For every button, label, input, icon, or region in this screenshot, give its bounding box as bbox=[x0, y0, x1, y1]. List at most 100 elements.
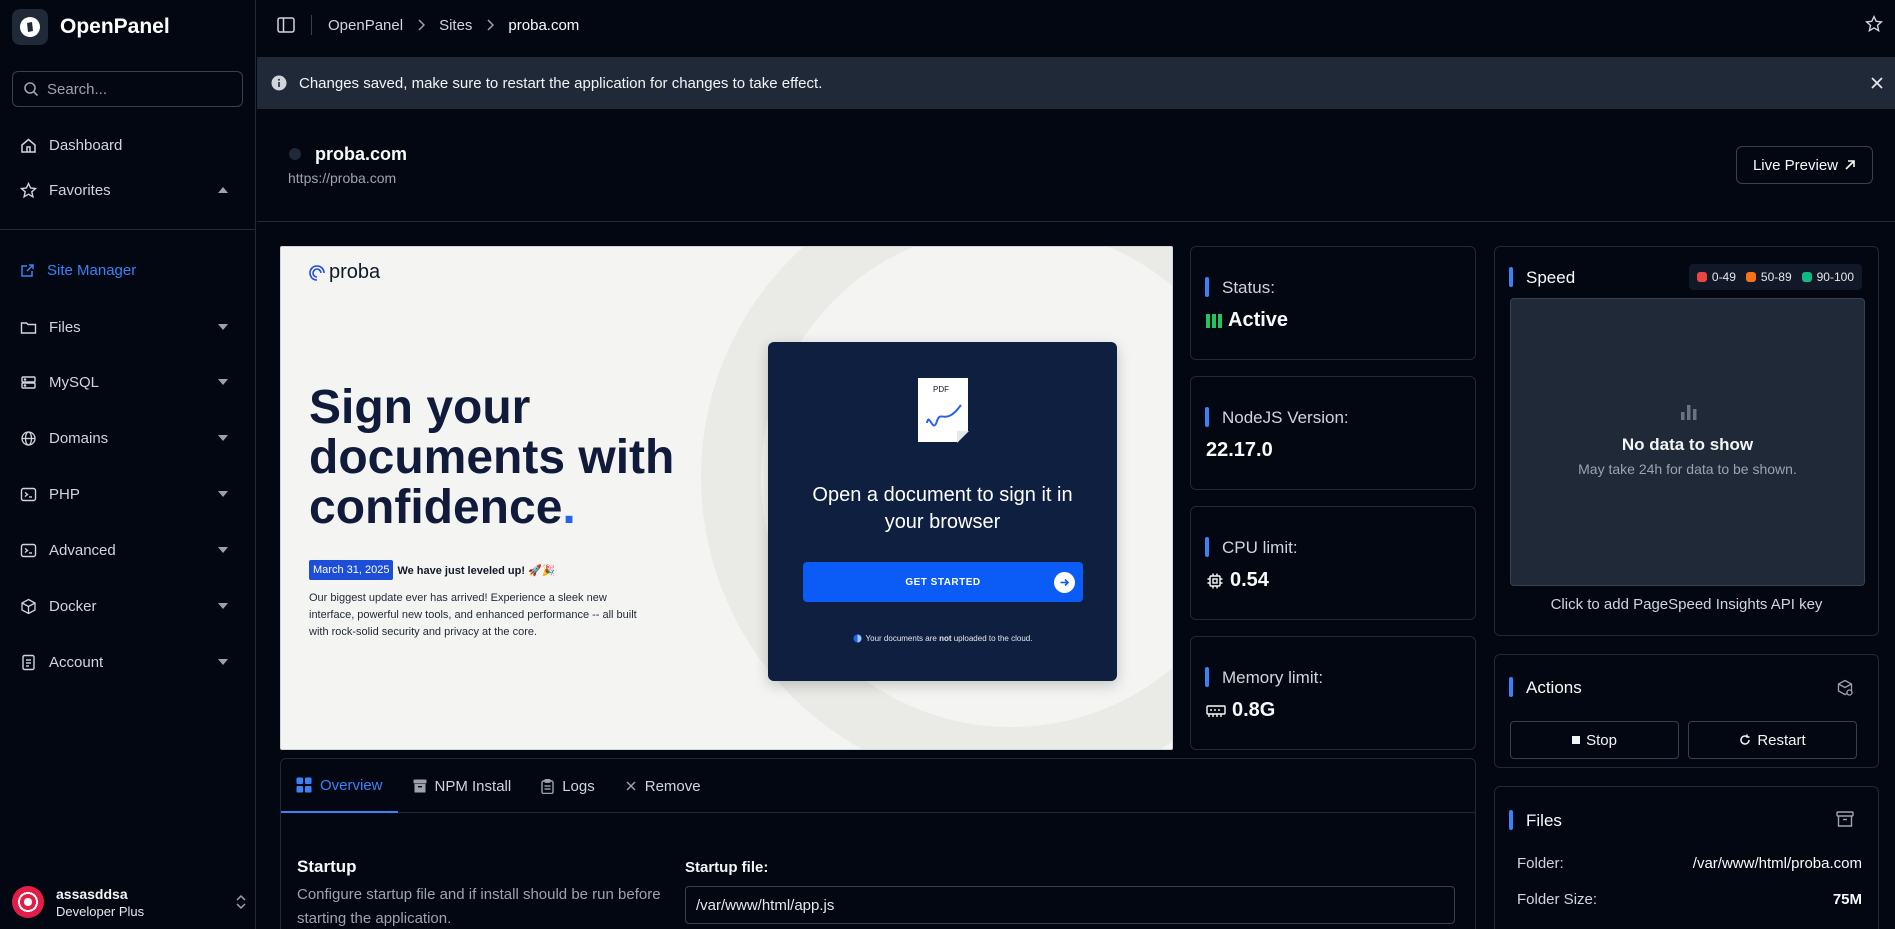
box-icon bbox=[413, 779, 427, 793]
sidebar: OpenPanel Dashboard Favorites Site Manag… bbox=[0, 0, 256, 929]
sidebar-item-php[interactable]: PHP bbox=[8, 474, 248, 514]
preview-note-post: uploaded to the cloud. bbox=[951, 634, 1033, 643]
tab-remove[interactable]: Remove bbox=[610, 759, 716, 813]
folder-icon bbox=[20, 321, 37, 334]
pdf-icon: PDF bbox=[915, 375, 971, 445]
folder-size-value: 75M bbox=[1832, 891, 1862, 908]
status-text: Active bbox=[1228, 309, 1289, 331]
get-started-button[interactable]: GET STARTED bbox=[803, 562, 1083, 602]
favorite-star-icon[interactable] bbox=[1865, 15, 1883, 33]
refresh-icon bbox=[1740, 734, 1751, 745]
container-icon bbox=[21, 598, 36, 614]
cpu-card: CPU limit: 0.54 bbox=[1190, 506, 1476, 620]
sidebar-item-label: Account bbox=[49, 653, 104, 671]
activity-bars-icon bbox=[1206, 313, 1222, 328]
package-settings-icon[interactable] bbox=[1836, 679, 1854, 697]
get-started-label: GET STARTED bbox=[905, 576, 981, 588]
stop-icon bbox=[1572, 736, 1581, 744]
sidebar-item-label: PHP bbox=[49, 485, 80, 503]
legend-label: 0-49 bbox=[1711, 270, 1736, 284]
sidebar-item-advanced[interactable]: Advanced bbox=[8, 530, 248, 570]
home-icon bbox=[21, 138, 36, 153]
preview-card: PDF Open a document to sign it in your b… bbox=[768, 342, 1117, 681]
globe-icon bbox=[21, 430, 36, 446]
sidebar-item-label: Favorites bbox=[49, 181, 111, 199]
search-icon bbox=[24, 82, 39, 97]
tab-overview[interactable]: Overview bbox=[281, 759, 398, 813]
no-data-title: No data to show bbox=[1621, 435, 1754, 454]
grid-icon bbox=[296, 777, 312, 793]
memory-label: Memory limit: bbox=[1222, 668, 1324, 687]
openpanel-logo-icon bbox=[12, 9, 48, 45]
search-input[interactable] bbox=[47, 80, 227, 98]
pagespeed-api-link[interactable]: Click to add PageSpeed Insights API key bbox=[1495, 596, 1878, 613]
site-header: proba.com https://proba.com Live Preview bbox=[257, 110, 1895, 222]
search-box[interactable] bbox=[12, 71, 243, 107]
stop-button[interactable]: Stop bbox=[1510, 721, 1679, 759]
divider bbox=[311, 15, 312, 35]
startup-file-input[interactable] bbox=[685, 886, 1455, 924]
sidebar-item-dashboard[interactable]: Dashboard bbox=[8, 125, 248, 165]
restart-button[interactable]: Restart bbox=[1688, 721, 1857, 759]
status-card: Status: Active bbox=[1190, 246, 1476, 360]
sidebar-item-domains[interactable]: Domains bbox=[8, 418, 248, 458]
preview-paragraph: Our biggest update ever has arrived! Exp… bbox=[309, 592, 637, 638]
legend-swatch bbox=[1696, 272, 1707, 282]
speed-panel: Speed 0-49 50-89 90-100 No data to show … bbox=[1494, 246, 1879, 636]
caret-down-icon bbox=[218, 659, 228, 665]
user-menu[interactable]: assasddsa Developer Plus bbox=[12, 875, 247, 929]
preview-logo: proba bbox=[308, 261, 380, 284]
archive-icon[interactable] bbox=[1836, 811, 1854, 827]
arrow-right-icon bbox=[1054, 572, 1075, 593]
sidebar-toggle-icon[interactable] bbox=[277, 17, 295, 33]
sidebar-item-favorites[interactable]: Favorites bbox=[8, 170, 248, 210]
close-icon[interactable] bbox=[1867, 73, 1887, 93]
user-plan: Developer Plus bbox=[56, 903, 145, 919]
tab-npm-install[interactable]: NPM Install bbox=[398, 759, 527, 813]
breadcrumb: OpenPanel Sites proba.com bbox=[328, 17, 579, 34]
sidebar-item-label: MySQL bbox=[49, 373, 100, 391]
preview-news: March 31, 2025 We have just leveled up! … bbox=[309, 560, 555, 580]
clipboard-icon bbox=[541, 778, 554, 794]
preview-headline: Sign your documents with confidence. bbox=[309, 383, 729, 533]
caret-down-icon bbox=[218, 491, 228, 497]
proba-logo-icon bbox=[309, 264, 325, 281]
sidebar-item-files[interactable]: Files bbox=[8, 307, 248, 347]
sidebar-item-label: Files bbox=[49, 318, 81, 336]
live-preview-button[interactable]: Live Preview bbox=[1735, 146, 1873, 184]
legend-item-low: 0-49 bbox=[1696, 270, 1736, 284]
site-url[interactable]: https://proba.com bbox=[288, 170, 396, 186]
nodejs-value: 22.17.0 bbox=[1206, 439, 1273, 461]
preview-logo-text: proba bbox=[329, 261, 381, 283]
chevrons-up-down-icon bbox=[236, 894, 246, 910]
site-preview[interactable]: proba Sign your documents with confidenc… bbox=[280, 246, 1173, 750]
cpu-text: 0.54 bbox=[1230, 569, 1269, 591]
accent-bar bbox=[1509, 267, 1513, 287]
sidebar-item-mysql[interactable]: MySQL bbox=[8, 362, 248, 402]
stop-label: Stop bbox=[1586, 731, 1617, 749]
breadcrumb-sites[interactable]: Sites bbox=[439, 17, 472, 34]
folder-label: Folder: bbox=[1517, 855, 1564, 872]
sidebar-item-docker[interactable]: Docker bbox=[8, 586, 248, 626]
nodejs-card: NodeJS Version: 22.17.0 bbox=[1190, 376, 1476, 490]
breadcrumb-openpanel[interactable]: OpenPanel bbox=[328, 17, 403, 34]
app-name: OpenPanel bbox=[60, 15, 170, 38]
memory-text: 0.8G bbox=[1232, 699, 1276, 721]
actions-panel: Actions Stop Restart bbox=[1494, 654, 1879, 768]
tab-logs[interactable]: Logs bbox=[526, 759, 610, 813]
startup-file-label: Startup file: bbox=[685, 859, 769, 876]
sidebar-item-label: Dashboard bbox=[49, 136, 123, 154]
memory-card: Memory limit: 0.8G bbox=[1190, 636, 1476, 750]
arrow-up-right-icon bbox=[1845, 160, 1855, 170]
accent-bar bbox=[1205, 277, 1209, 297]
sidebar-item-site-manager[interactable]: Site Manager bbox=[8, 250, 248, 290]
user-name: assasddsa bbox=[56, 885, 128, 902]
accent-bar bbox=[1205, 667, 1209, 687]
close-icon bbox=[626, 781, 636, 791]
speed-legend: 0-49 50-89 90-100 bbox=[1688, 264, 1862, 290]
legend-item-mid: 50-89 bbox=[1745, 270, 1792, 284]
caret-up-icon bbox=[218, 187, 228, 193]
brand[interactable]: OpenPanel bbox=[0, 0, 255, 54]
accent-bar bbox=[1509, 677, 1513, 697]
sidebar-item-account[interactable]: Account bbox=[8, 642, 248, 682]
